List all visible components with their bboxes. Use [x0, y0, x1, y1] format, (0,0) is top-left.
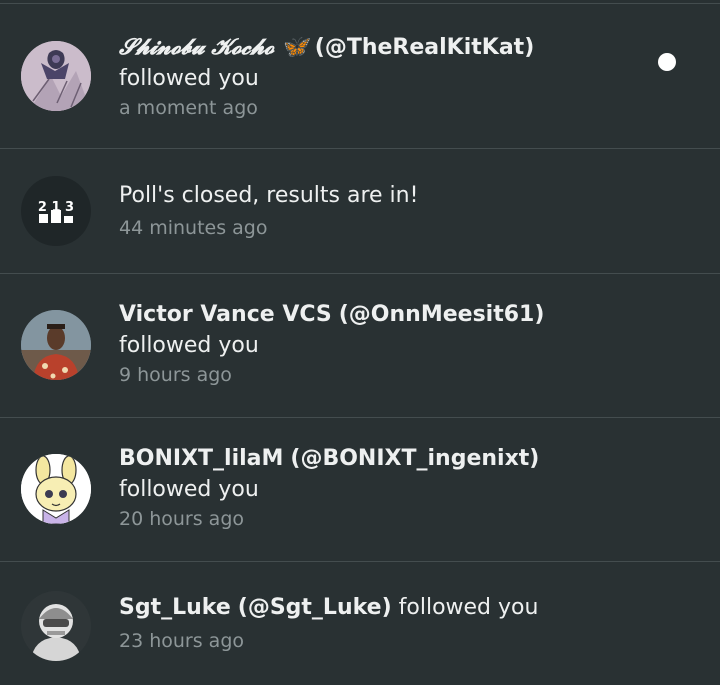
timestamp: 9 hours ago	[119, 364, 232, 386]
display-name[interactable]: Sgt_Luke	[119, 595, 231, 620]
display-name[interactable]: 𝓢𝓱𝓲𝓷𝓸𝓫𝓾 𝓚𝓸𝓬𝓱𝓸 🦋	[119, 34, 308, 60]
avatar-image	[21, 454, 91, 524]
timestamp: a moment ago	[119, 97, 258, 119]
notification-message: Poll's closed, results are in!	[119, 183, 419, 208]
user-handle[interactable]: (@Sgt_Luke)	[238, 595, 392, 620]
user-handle[interactable]: (@TheRealKitKat)	[315, 35, 534, 60]
notification-item[interactable]: Sgt_Luke (@Sgt_Luke) followed you 23 hou…	[0, 562, 720, 685]
unread-indicator	[658, 53, 676, 71]
avatar[interactable]	[21, 310, 91, 380]
notification-item[interactable]: BONIXT_lilaM (@BONIXT_ingenixt) followed…	[0, 418, 720, 562]
display-name[interactable]: Victor Vance VCS	[119, 302, 332, 327]
notification-action: followed you	[119, 66, 259, 91]
notification-item[interactable]: 𝓢𝓱𝓲𝓷𝓸𝓫𝓾 𝓚𝓸𝓬𝓱𝓸 🦋 (@TheRealKitKat) followe…	[0, 4, 720, 149]
avatar-image	[21, 41, 91, 111]
avatar[interactable]	[21, 41, 91, 111]
notification-action: followed you	[398, 595, 539, 620]
user-handle[interactable]: (@BONIXT_ingenixt)	[290, 446, 539, 471]
timestamp: 44 minutes ago	[119, 217, 268, 239]
avatar[interactable]	[21, 591, 91, 661]
poll-results-icon: 2 1 3	[21, 176, 91, 246]
display-name[interactable]: BONIXT_lilaM	[119, 446, 283, 471]
avatar-image	[21, 591, 91, 661]
avatar-image	[21, 310, 91, 380]
notifications-list: 𝓢𝓱𝓲𝓷𝓸𝓫𝓾 𝓚𝓸𝓬𝓱𝓸 🦋 (@TheRealKitKat) followe…	[0, 0, 720, 685]
notification-action: followed you	[119, 333, 259, 358]
timestamp: 23 hours ago	[119, 630, 245, 652]
notification-action: followed you	[119, 477, 259, 502]
avatar[interactable]	[21, 454, 91, 524]
notification-item[interactable]: Victor Vance VCS (@OnnMeesit61) followed…	[0, 274, 720, 418]
user-handle[interactable]: (@OnnMeesit61)	[339, 302, 545, 327]
timestamp: 20 hours ago	[119, 508, 245, 530]
notification-item[interactable]: 2 1 3 Poll's closed, results are in! 44 …	[0, 149, 720, 274]
